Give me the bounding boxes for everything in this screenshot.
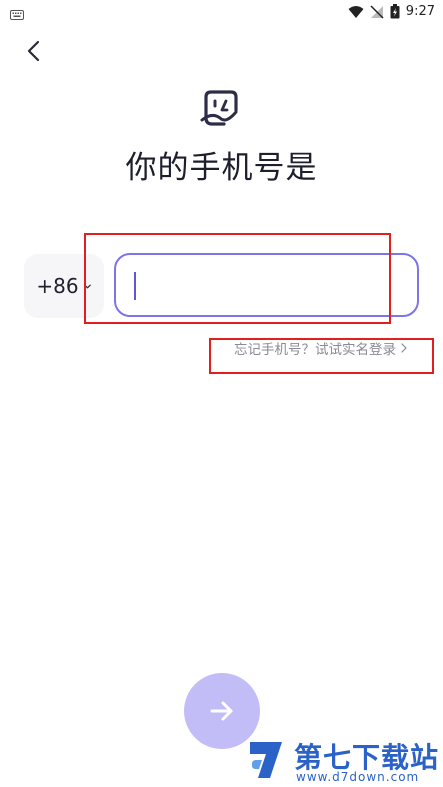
country-code-label: +86: [36, 274, 79, 298]
back-button[interactable]: [18, 36, 48, 66]
status-time: 9:27: [405, 4, 435, 19]
forgot-phone-label: 忘记手机号？试试实名登录: [234, 342, 396, 358]
country-code-selector[interactable]: +86: [24, 254, 104, 318]
app-logo-icon: [200, 88, 242, 130]
keyboard-icon: [10, 6, 24, 20]
battery-icon: [390, 4, 400, 19]
phone-input-box[interactable]: [114, 253, 419, 317]
forgot-phone-link[interactable]: 忘记手机号？试试实名登录: [234, 337, 408, 359]
wifi-icon: [348, 5, 364, 19]
no-signal-icon: [370, 4, 384, 19]
chevron-left-icon: [27, 40, 40, 62]
status-bar: 9:27: [0, 0, 443, 26]
watermark-logo-icon: [244, 738, 288, 782]
status-icons: 9:27: [348, 4, 435, 19]
watermark-url: www.d7down.com: [296, 770, 420, 784]
watermark: 第七下载站 www.d7down.com: [244, 736, 439, 786]
arrow-right-icon: [210, 701, 233, 721]
text-caret: [134, 272, 136, 300]
page-title: 你的手机号是: [125, 150, 318, 186]
chevron-down-icon: [83, 284, 91, 288]
phone-number-input[interactable]: [116, 255, 417, 315]
chevron-right-icon: [401, 343, 407, 353]
